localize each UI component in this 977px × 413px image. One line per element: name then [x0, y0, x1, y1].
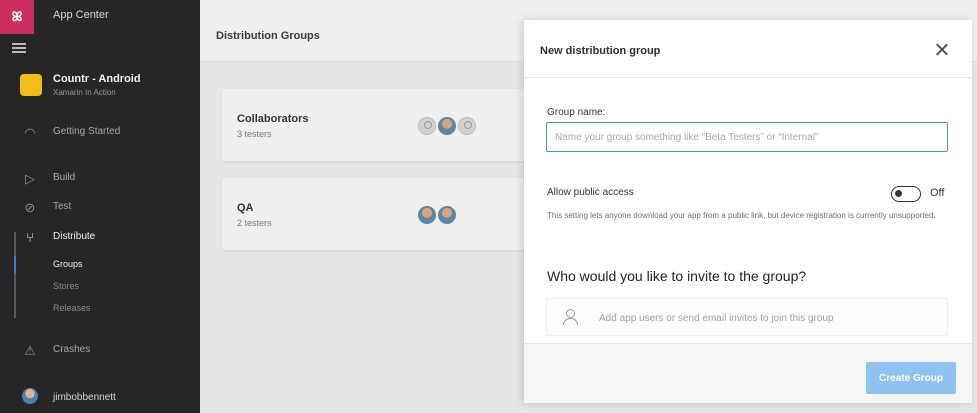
brand-title: App Center	[53, 9, 109, 21]
group-name-label: Group name:	[547, 107, 606, 118]
avatar	[22, 388, 38, 404]
public-access-label: Allow public access	[547, 187, 634, 198]
user-add-icon	[562, 309, 578, 325]
check-circle-icon: ⊘	[24, 200, 36, 215]
play-icon: ▷	[25, 171, 35, 186]
nav-item-distribute[interactable]: ⑂ Distribute	[0, 225, 200, 251]
new-group-dialog: New distribution group Group name: Allow…	[524, 20, 972, 403]
avatar-placeholder-icon	[418, 117, 436, 135]
nav-label: Test	[53, 201, 72, 212]
nav-label: Crashes	[53, 344, 91, 355]
tester-avatars	[418, 206, 458, 224]
app-center-logo-icon[interactable]: ꕤ	[0, 0, 34, 34]
toggle-state-label: Off	[930, 187, 945, 199]
app-icon	[20, 74, 42, 96]
brand-row[interactable]: ꕤ App Center	[0, 0, 200, 34]
nav-item-getting-started[interactable]: ◠ Getting Started	[0, 120, 200, 146]
app-name: Countr - Android	[53, 73, 141, 85]
group-name: QA	[237, 202, 254, 214]
group-count: 2 testers	[237, 218, 272, 228]
warning-icon: ⚠	[24, 343, 36, 358]
tester-avatars	[418, 117, 478, 135]
avatar	[438, 206, 456, 224]
avatar	[438, 117, 456, 135]
dialog-footer: Create Group	[524, 343, 972, 403]
invite-heading: Who would you like to invite to the grou…	[547, 268, 807, 284]
invite-field[interactable]	[546, 298, 948, 336]
nav-label: Build	[53, 172, 76, 183]
group-card-collaborators[interactable]: Collaborators 3 testers	[222, 89, 552, 161]
public-access-description: This setting lets anyone download your a…	[547, 211, 936, 220]
group-count: 3 testers	[237, 129, 272, 139]
sub-nav-stores[interactable]: Stores	[53, 281, 79, 291]
close-icon[interactable]	[932, 40, 952, 60]
nav-item-test[interactable]: ⊘ Test	[0, 195, 200, 221]
nav-label: Getting Started	[53, 126, 121, 137]
nav-item-build[interactable]: ▷ Build	[0, 166, 200, 192]
dialog-title: New distribution group	[540, 45, 661, 57]
app-subtitle: Xamarin In Action	[53, 88, 116, 97]
user-name: jimbobbennett	[53, 392, 116, 403]
toggle-knob	[895, 190, 902, 197]
distribute-icon: ⑂	[26, 230, 34, 245]
avatar	[418, 206, 436, 224]
invite-input[interactable]	[599, 309, 929, 327]
app-selector[interactable]: Countr - Android Xamarin In Action	[0, 66, 200, 106]
sub-nav-groups[interactable]: Groups	[53, 259, 83, 269]
app-window: ꕤ App Center Countr - Android Xamarin In…	[0, 0, 977, 413]
public-access-toggle[interactable]	[891, 186, 921, 202]
group-name: Collaborators	[237, 113, 309, 125]
sidebar: ꕤ App Center Countr - Android Xamarin In…	[0, 0, 200, 413]
user-menu[interactable]: jimbobbennett	[0, 384, 200, 412]
create-group-button[interactable]: Create Group	[866, 362, 956, 394]
speedometer-icon: ◠	[24, 125, 36, 140]
group-name-input[interactable]	[546, 122, 948, 152]
sub-nav-releases[interactable]: Releases	[53, 303, 91, 313]
avatar-placeholder-icon	[458, 117, 476, 135]
nav-label: Distribute	[53, 231, 96, 242]
dialog-header: New distribution group	[524, 20, 972, 78]
active-indicator	[14, 256, 16, 274]
group-card-qa[interactable]: QA 2 testers	[222, 178, 552, 250]
nav-item-crashes[interactable]: ⚠ Crashes	[0, 338, 200, 364]
hamburger-menu-icon[interactable]	[12, 43, 26, 53]
page-title: Distribution Groups	[216, 30, 320, 42]
